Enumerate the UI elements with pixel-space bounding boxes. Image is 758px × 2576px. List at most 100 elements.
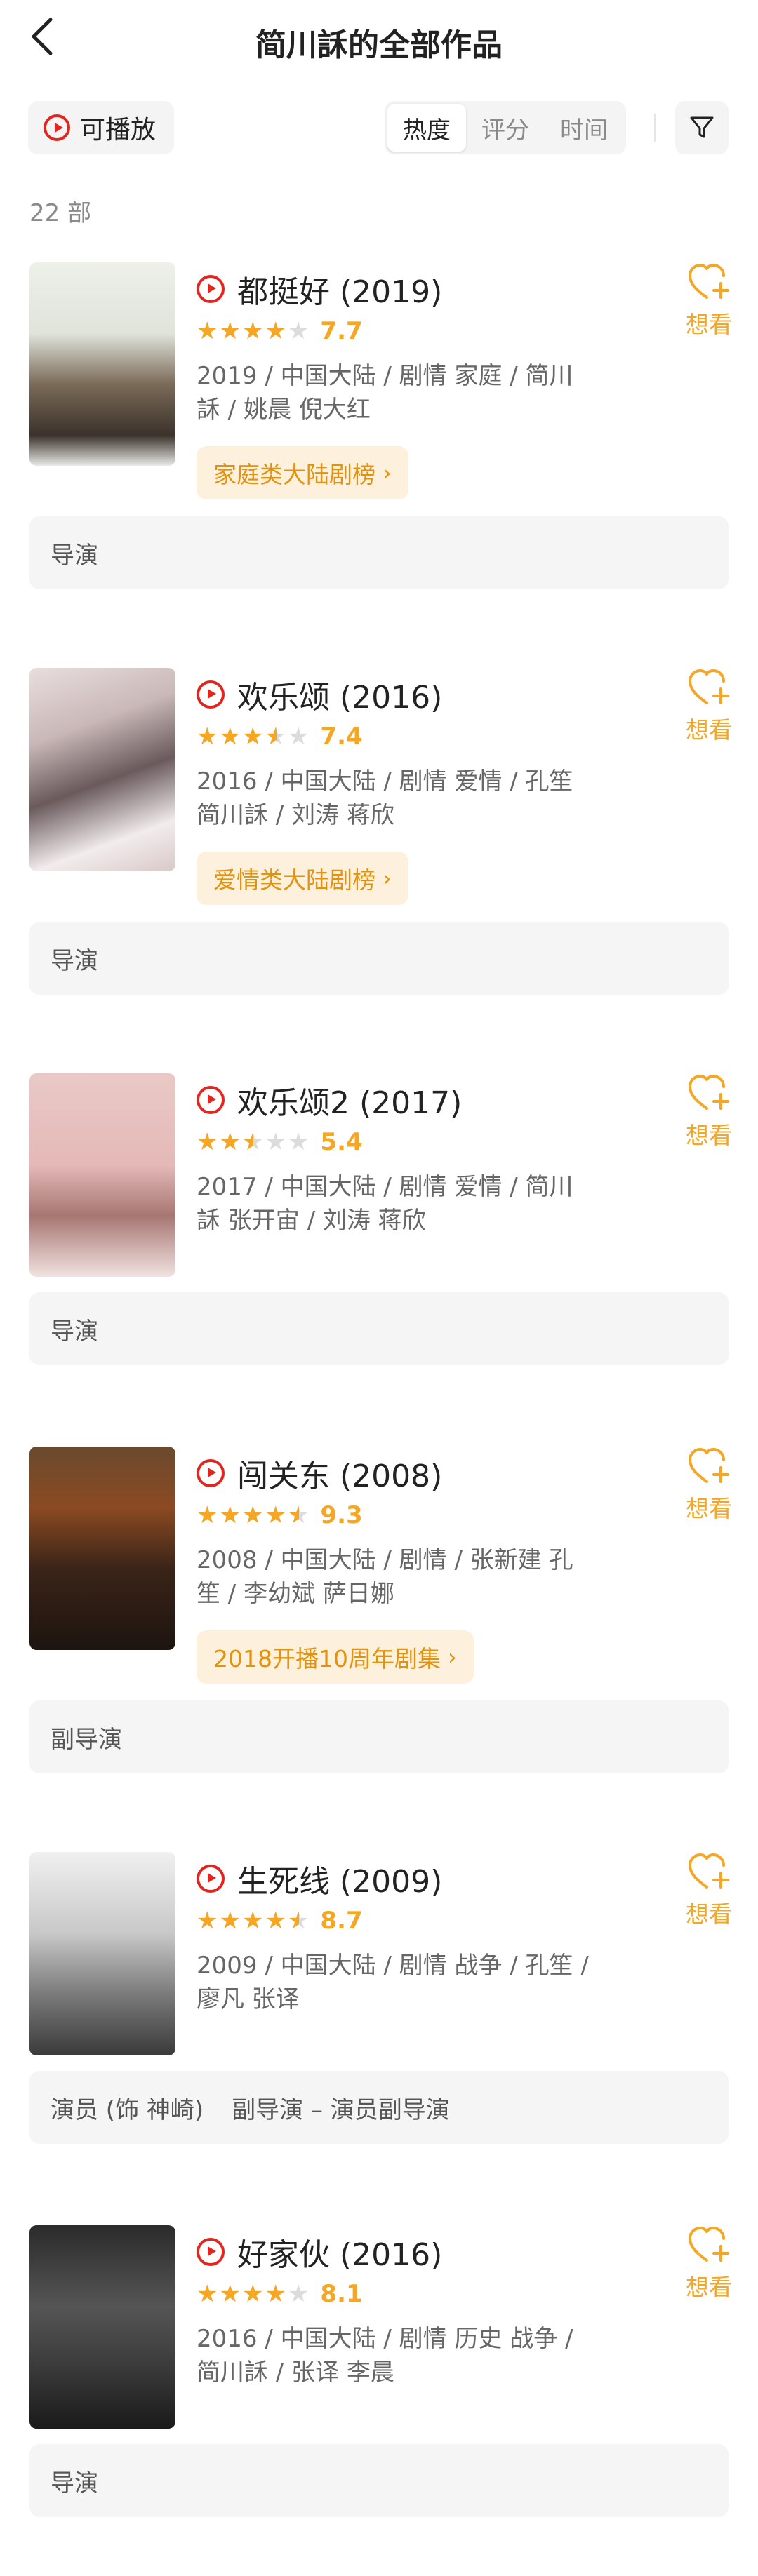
rating-score: 9.3 — [320, 1501, 363, 1529]
want-to-watch-button[interactable]: 想看 — [681, 668, 737, 745]
play-icon[interactable] — [197, 1865, 225, 1893]
poster-image[interactable] — [29, 2225, 175, 2429]
page-title: 简川訸的全部作品 — [255, 27, 503, 63]
heart-plus-icon — [689, 2227, 729, 2262]
ranking-tag[interactable]: 家庭类大陆剧榜 › — [197, 446, 408, 499]
poster-image[interactable] — [29, 262, 175, 466]
role-label: 导演 — [51, 946, 98, 975]
want-to-watch-button[interactable]: 想看 — [681, 1447, 737, 1524]
playable-filter-button[interactable]: 可播放 — [28, 101, 175, 154]
chevron-right-icon: › — [447, 1644, 457, 1670]
heart-plus-icon — [689, 1075, 729, 1110]
title-row: 好家伙 (2016) — [197, 2229, 442, 2274]
toolbar-divider — [654, 114, 656, 142]
role-bar: 导演 — [29, 922, 729, 995]
ranking-tag[interactable]: 爱情类大陆剧榜 › — [197, 852, 408, 905]
rating-stars: ★★★★★★★★★★ — [197, 1128, 311, 1156]
work-meta: 2017 / 中国大陆 / 剧情 爱情 / 简川訸 张开宙 / 刘涛 蒋欣 — [197, 1173, 573, 1235]
work-title: 欢乐颂 (2016) — [237, 680, 443, 716]
filter-button[interactable] — [675, 101, 729, 154]
work-item[interactable]: 好家伙 (2016) ★★★★★★★★★★ 8.1 2016 / 中国大陆 / … — [0, 2225, 758, 2576]
work-item[interactable]: 都挺好 (2019) ★★★★★★★★★★ 7.7 2019 / 中国大陆 / … — [0, 262, 758, 613]
sort-tab-popularity[interactable]: 热度 — [387, 104, 466, 152]
poster-image[interactable] — [29, 1447, 175, 1650]
title-row: 欢乐颂 (2016) — [197, 672, 442, 717]
work-title: 生死线 (2009) — [237, 1864, 443, 1900]
work-title: 闯关东 (2008) — [237, 1458, 443, 1494]
role-bar: 导演 — [29, 1292, 729, 1365]
want-to-watch-button[interactable]: 想看 — [681, 2225, 737, 2302]
rating-row: ★★★★★★★★★★ 7.7 — [197, 317, 363, 345]
title-row: 生死线 (2009) — [197, 1856, 442, 1901]
ranking-tag-label: 家庭类大陆剧榜 — [213, 461, 375, 488]
role-label: 导演 — [51, 2469, 98, 2497]
work-item[interactable]: 闯关东 (2008) ★★★★★★★★★★ 9.3 2008 / 中国大陆 / … — [0, 1447, 758, 1797]
role-bar: 副导演 — [29, 1700, 729, 1773]
chevron-right-icon: › — [383, 865, 392, 892]
heart-plus-icon — [689, 1448, 729, 1483]
heart-plus-icon — [689, 669, 729, 704]
work-meta: 2009 / 中国大陆 / 剧情 战争 / 孔笙 / 廖凡 张译 — [197, 1952, 589, 2013]
rating-stars: ★★★★★★★★★★ — [197, 1501, 311, 1529]
rating-row: ★★★★★★★★★★ 7.4 — [197, 723, 363, 751]
work-meta: 2019 / 中国大陆 / 剧情 家庭 / 简川訸 / 姚晨 倪大红 — [197, 362, 573, 424]
filter-toolbar: 可播放 热度 评分 时间 — [0, 98, 758, 157]
want-to-watch-button[interactable]: 想看 — [681, 1852, 737, 1929]
work-meta: 2016 / 中国大陆 / 剧情 爱情 / 孔笙 简川訸 / 刘涛 蒋欣 — [197, 767, 573, 829]
chevron-right-icon: › — [383, 459, 392, 486]
work-title: 好家伙 (2016) — [237, 2237, 443, 2273]
rating-row: ★★★★★★★★★★ 8.7 — [197, 1907, 363, 1935]
top-bar: 简川訸的全部作品 — [0, 0, 758, 77]
heart-plus-icon — [689, 1853, 729, 1889]
rating-stars: ★★★★★★★★★★ — [197, 317, 311, 345]
work-meta: 2016 / 中国大陆 / 剧情 历史 战争 / 简川訸 / 张译 李晨 — [197, 2325, 573, 2387]
rating-row: ★★★★★★★★★★ 8.1 — [197, 2280, 363, 2308]
rating-score: 8.7 — [320, 1907, 363, 1935]
playable-label: 可播放 — [80, 116, 157, 145]
sort-tabs: 热度 评分 时间 — [385, 101, 626, 154]
role-extra-label: 副导演 – 演员副导演 — [232, 2095, 450, 2124]
role-bar: 演员 (饰 神崎) 副导演 – 演员副导演 — [29, 2071, 729, 2144]
want-to-watch-button[interactable]: 想看 — [681, 1073, 737, 1151]
poster-image[interactable] — [29, 668, 175, 871]
play-icon — [44, 114, 70, 141]
play-icon[interactable] — [197, 1459, 225, 1487]
want-to-watch-label: 想看 — [686, 311, 732, 338]
rating-row: ★★★★★★★★★★ 5.4 — [197, 1128, 363, 1156]
rating-row: ★★★★★★★★★★ 9.3 — [197, 1501, 363, 1529]
title-row: 闯关东 (2008) — [197, 1451, 442, 1496]
rating-stars: ★★★★★★★★★★ — [197, 2280, 311, 2308]
rating-score: 8.1 — [320, 2280, 363, 2308]
play-icon[interactable] — [197, 275, 225, 303]
work-item[interactable]: 生死线 (2009) ★★★★★★★★★★ 8.7 2009 / 中国大陆 / … — [0, 1852, 758, 2203]
want-to-watch-button[interactable]: 想看 — [681, 262, 737, 340]
title-row: 都挺好 (2019) — [197, 267, 442, 311]
poster-image[interactable] — [29, 1852, 175, 2055]
works-count: 22 部 — [29, 199, 92, 227]
play-icon[interactable] — [197, 680, 225, 709]
play-icon[interactable] — [197, 1086, 225, 1114]
funnel-icon — [690, 116, 714, 138]
heart-plus-icon — [689, 264, 729, 299]
want-to-watch-label: 想看 — [686, 2274, 732, 2301]
rating-score: 7.7 — [320, 317, 363, 345]
work-title: 欢乐颂2 (2017) — [237, 1085, 463, 1121]
want-to-watch-label: 想看 — [686, 1495, 732, 1522]
rating-score: 5.4 — [320, 1128, 363, 1156]
ranking-tag-label: 爱情类大陆剧榜 — [213, 866, 375, 894]
title-row: 欢乐颂2 (2017) — [197, 1078, 462, 1122]
role-label: 导演 — [51, 541, 98, 570]
poster-image[interactable] — [29, 1073, 175, 1277]
role-bar: 导演 — [29, 2444, 729, 2517]
work-item[interactable]: 欢乐颂2 (2017) ★★★★★★★★★★ 5.4 2017 / 中国大陆 /… — [0, 1073, 758, 1424]
want-to-watch-label: 想看 — [686, 1900, 732, 1928]
role-label: 演员 (饰 神崎) — [51, 2095, 204, 2124]
work-title: 都挺好 (2019) — [237, 274, 443, 310]
play-icon[interactable] — [197, 2238, 225, 2266]
ranking-tag[interactable]: 2018开播10周年剧集 › — [197, 1630, 474, 1684]
sort-tab-rating[interactable]: 评分 — [466, 104, 545, 152]
role-bar: 导演 — [29, 516, 729, 589]
role-label: 副导演 — [51, 1725, 122, 1754]
sort-tab-time[interactable]: 时间 — [545, 104, 623, 152]
work-item[interactable]: 欢乐颂 (2016) ★★★★★★★★★★ 7.4 2016 / 中国大陆 / … — [0, 668, 758, 1019]
